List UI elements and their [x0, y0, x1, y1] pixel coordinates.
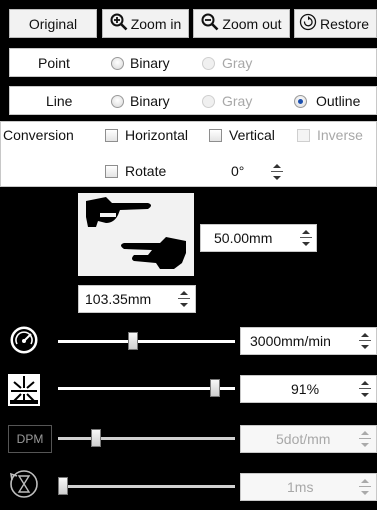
restore-icon [299, 13, 317, 34]
zoom-out-button[interactable]: Zoom out [193, 9, 290, 38]
power-field[interactable]: 91% [240, 375, 377, 403]
point-gray-radio[interactable] [202, 57, 215, 70]
speed-value: 3000mm/min [250, 333, 331, 349]
rotate-angle-value[interactable]: 0° [231, 163, 244, 179]
line-mode-row: Line Binary Gray Outline [9, 86, 377, 115]
line-binary-label: Binary [130, 93, 170, 109]
point-mode-row: Point Binary Gray [9, 48, 377, 77]
dpm-badge: DPM [8, 425, 52, 453]
rotate-checkbox[interactable] [105, 165, 118, 178]
speed-row-icon [8, 324, 40, 356]
image-preview [78, 193, 194, 276]
line-gray-radio[interactable] [202, 95, 215, 108]
power-row-icon [8, 374, 40, 406]
line-gray-label: Gray [222, 93, 253, 109]
speed-field[interactable]: 3000mm/min [240, 327, 377, 355]
laser-burst-icon [8, 374, 40, 406]
restore-label: Restore [320, 15, 370, 32]
dpm-spinner[interactable] [359, 429, 371, 449]
image-width-value: 103.35mm [85, 291, 152, 307]
vertical-checkbox[interactable] [209, 129, 222, 142]
point-gray-label: Gray [222, 55, 253, 71]
inverse-label: Inverse [317, 127, 363, 143]
dpm-label: DPM [16, 432, 44, 446]
delay-value: 1ms [287, 479, 314, 495]
image-height-field[interactable]: 50.00mm [200, 224, 317, 252]
hourglass-timer-icon [9, 470, 38, 498]
point-label: Point [38, 55, 70, 71]
speed-slider-thumb[interactable] [128, 332, 139, 350]
original-button-label: Original [28, 15, 78, 32]
delay-slider-thumb[interactable] [58, 477, 68, 495]
inverse-checkbox[interactable] [297, 129, 310, 142]
horizontal-checkbox[interactable] [105, 129, 118, 142]
image-width-field[interactable]: 103.35mm [78, 285, 196, 313]
power-spinner[interactable] [359, 379, 371, 399]
conversion-panel: Conversion Horizontal Vertical Inverse R… [0, 121, 377, 187]
power-value: 91% [291, 381, 320, 397]
delay-slider-track[interactable] [58, 485, 235, 488]
dpm-field[interactable]: 5dot/mm [240, 425, 377, 453]
line-label: Line [46, 93, 73, 109]
zoom-in-button[interactable]: Zoom in [102, 9, 189, 38]
zoom-out-label: Zoom out [222, 15, 282, 32]
speed-spinner[interactable] [359, 331, 371, 351]
zoom-out-icon [201, 13, 219, 34]
original-button[interactable]: Original [9, 9, 97, 38]
speedometer-icon [9, 325, 39, 355]
delay-spinner[interactable] [359, 477, 371, 497]
delay-field[interactable]: 1ms [240, 473, 377, 501]
zoom-in-label: Zoom in [130, 15, 182, 32]
horizontal-label: Horizontal [125, 127, 189, 143]
zoom-in-icon [110, 13, 128, 34]
line-binary-radio[interactable] [111, 95, 124, 108]
delay-row-icon [8, 468, 40, 500]
pointing-hands-image [86, 197, 186, 269]
vertical-label: Vertical [229, 127, 275, 143]
line-outline-radio[interactable] [294, 95, 307, 108]
restore-button[interactable]: Restore [294, 9, 377, 38]
point-binary-label: Binary [130, 55, 170, 71]
image-width-spinner[interactable] [178, 289, 190, 309]
dpm-value: 5dot/mm [276, 431, 331, 447]
line-outline-label: Outline [316, 93, 361, 109]
power-slider-thumb[interactable] [209, 379, 220, 397]
rotate-angle-spinner[interactable] [271, 162, 283, 182]
conversion-label: Conversion [3, 127, 74, 143]
image-height-spinner[interactable] [300, 228, 312, 248]
power-slider-track[interactable] [58, 387, 235, 390]
dpm-slider-track[interactable] [58, 437, 235, 440]
image-height-value: 50.00mm [214, 230, 273, 246]
rotate-label: Rotate [125, 163, 167, 179]
speed-slider-track[interactable] [58, 340, 235, 343]
point-binary-radio[interactable] [111, 57, 124, 70]
dpm-slider-thumb[interactable] [91, 429, 102, 447]
